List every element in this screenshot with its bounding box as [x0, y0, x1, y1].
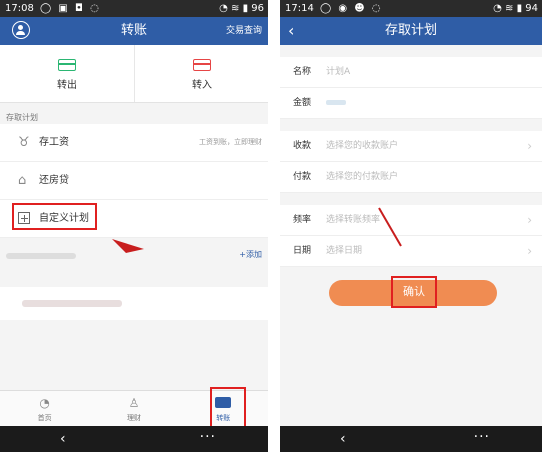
account-row[interactable]: [0, 287, 268, 320]
right-phone-screen: 17:14 ◯ ◉ ☻ ◌ ◔ ≋ ▮ 94 ‹ 存取计划 名称 计划A 金额 …: [280, 0, 542, 452]
form-group-schedule: 频率 选择转账频率 › 日期 选择日期 ›: [280, 205, 542, 267]
transfer-in-icon: [193, 59, 211, 71]
plan-item-mortgage[interactable]: ⌂ 还房贷: [0, 162, 268, 200]
transfer-panel: 转出 转入: [0, 45, 268, 103]
chevron-right-icon: ›: [527, 139, 532, 153]
status-bar: 17:08 ◯ ▣ ◘ ◌ ◔ ≋ ▮ 96: [0, 0, 268, 17]
field-placeholder: 选择您的付款账户: [326, 172, 399, 182]
field-label: 频率: [293, 215, 312, 225]
transfer-tab-highlight: [210, 387, 246, 429]
name-field[interactable]: 名称 计划A: [280, 57, 542, 88]
android-nav-bar: ‹ ···: [0, 426, 268, 452]
plans-section-header: 存取计划: [6, 113, 38, 122]
field-label: 名称: [293, 67, 312, 77]
account-section-header: +添加: [0, 245, 268, 265]
notification-icons: ◯ ◉ ☻ ◌: [320, 3, 383, 14]
custom-plan-highlight: [12, 203, 97, 230]
plan-item-label: 存工资: [39, 137, 69, 148]
house-icon: ⌂: [18, 173, 27, 188]
plan-item-label: 还房贷: [39, 175, 69, 186]
bag-icon: ♙: [128, 396, 140, 410]
blurred-value: [326, 100, 346, 105]
field-placeholder: 选择转账频率: [326, 215, 381, 225]
piggy-bank-icon: ♉: [18, 135, 30, 150]
field-placeholder: 选择日期: [326, 246, 363, 256]
blurred-text: [6, 253, 76, 259]
amount-field[interactable]: 金额: [280, 88, 542, 119]
status-time: 17:14: [285, 3, 314, 14]
tab-home[interactable]: ◔ 首页: [0, 391, 89, 427]
frequency-field[interactable]: 频率 选择转账频率 ›: [280, 205, 542, 236]
transfer-out-button[interactable]: 转出: [0, 45, 134, 102]
transfer-in-label: 转入: [192, 80, 212, 91]
battery-indicator: ◔ ≋ ▮ 96: [219, 3, 264, 14]
left-phone-screen: 17:08 ◯ ▣ ◘ ◌ ◔ ≋ ▮ 96 转账 交易查询 转出 转入 存取计…: [0, 0, 268, 452]
field-label: 收款: [293, 141, 312, 151]
top-bar: ‹ 存取计划: [280, 17, 542, 45]
plan-item-desc: 工资到账，立即理财: [199, 138, 262, 146]
transfer-out-icon: [58, 59, 76, 71]
plan-form: 名称 计划A 金额 收款 选择您的收款账户 › 付款 选择您的付款账户 频率 选…: [280, 57, 542, 279]
battery-indicator: ◔ ≋ ▮ 94: [493, 3, 538, 14]
status-bar: 17:14 ◯ ◉ ☻ ◌ ◔ ≋ ▮ 94: [280, 0, 542, 17]
android-nav-bar: ‹ ···: [280, 426, 542, 452]
chevron-right-icon: ›: [527, 213, 532, 227]
back-icon[interactable]: ‹: [340, 426, 346, 452]
field-placeholder: 选择您的收款账户: [326, 141, 399, 151]
field-label: 金额: [293, 98, 312, 108]
back-icon[interactable]: ‹: [60, 426, 66, 452]
status-time: 17:08: [5, 3, 34, 14]
more-icon[interactable]: ···: [200, 426, 216, 448]
transfer-out-label: 转出: [57, 80, 77, 91]
form-group-accounts: 收款 选择您的收款账户 › 付款 选择您的付款账户: [280, 131, 542, 193]
date-field[interactable]: 日期 选择日期 ›: [280, 236, 542, 267]
page-title: 存取计划: [384, 23, 437, 38]
add-account-button[interactable]: +添加: [239, 249, 262, 260]
more-icon[interactable]: ···: [474, 426, 490, 448]
field-label: 付款: [293, 172, 312, 182]
chevron-right-icon: ›: [527, 244, 532, 258]
top-bar: 转账 交易查询: [0, 17, 268, 45]
field-label: 日期: [293, 246, 312, 256]
blurred-account: [22, 300, 122, 307]
confirm-highlight: [391, 276, 437, 308]
tab-wealth[interactable]: ♙ 理财: [89, 391, 178, 427]
tab-label: 首页: [37, 414, 52, 422]
pointer-arrow-icon: [378, 207, 402, 247]
receive-account-field[interactable]: 收款 选择您的收款账户 ›: [280, 131, 542, 162]
pay-account-field[interactable]: 付款 选择您的付款账户: [280, 162, 542, 193]
plan-item-salary[interactable]: ♉ 存工资 工资到账，立即理财: [0, 124, 268, 162]
notification-icons: ◯ ▣ ◘ ◌: [40, 3, 101, 14]
form-group-basic: 名称 计划A 金额: [280, 57, 542, 119]
tab-label: 理财: [126, 414, 141, 422]
transaction-query-link[interactable]: 交易查询: [226, 17, 262, 45]
clock-icon: ◔: [39, 396, 50, 410]
field-placeholder: 计划A: [326, 67, 351, 77]
transfer-in-button[interactable]: 转入: [134, 45, 268, 102]
